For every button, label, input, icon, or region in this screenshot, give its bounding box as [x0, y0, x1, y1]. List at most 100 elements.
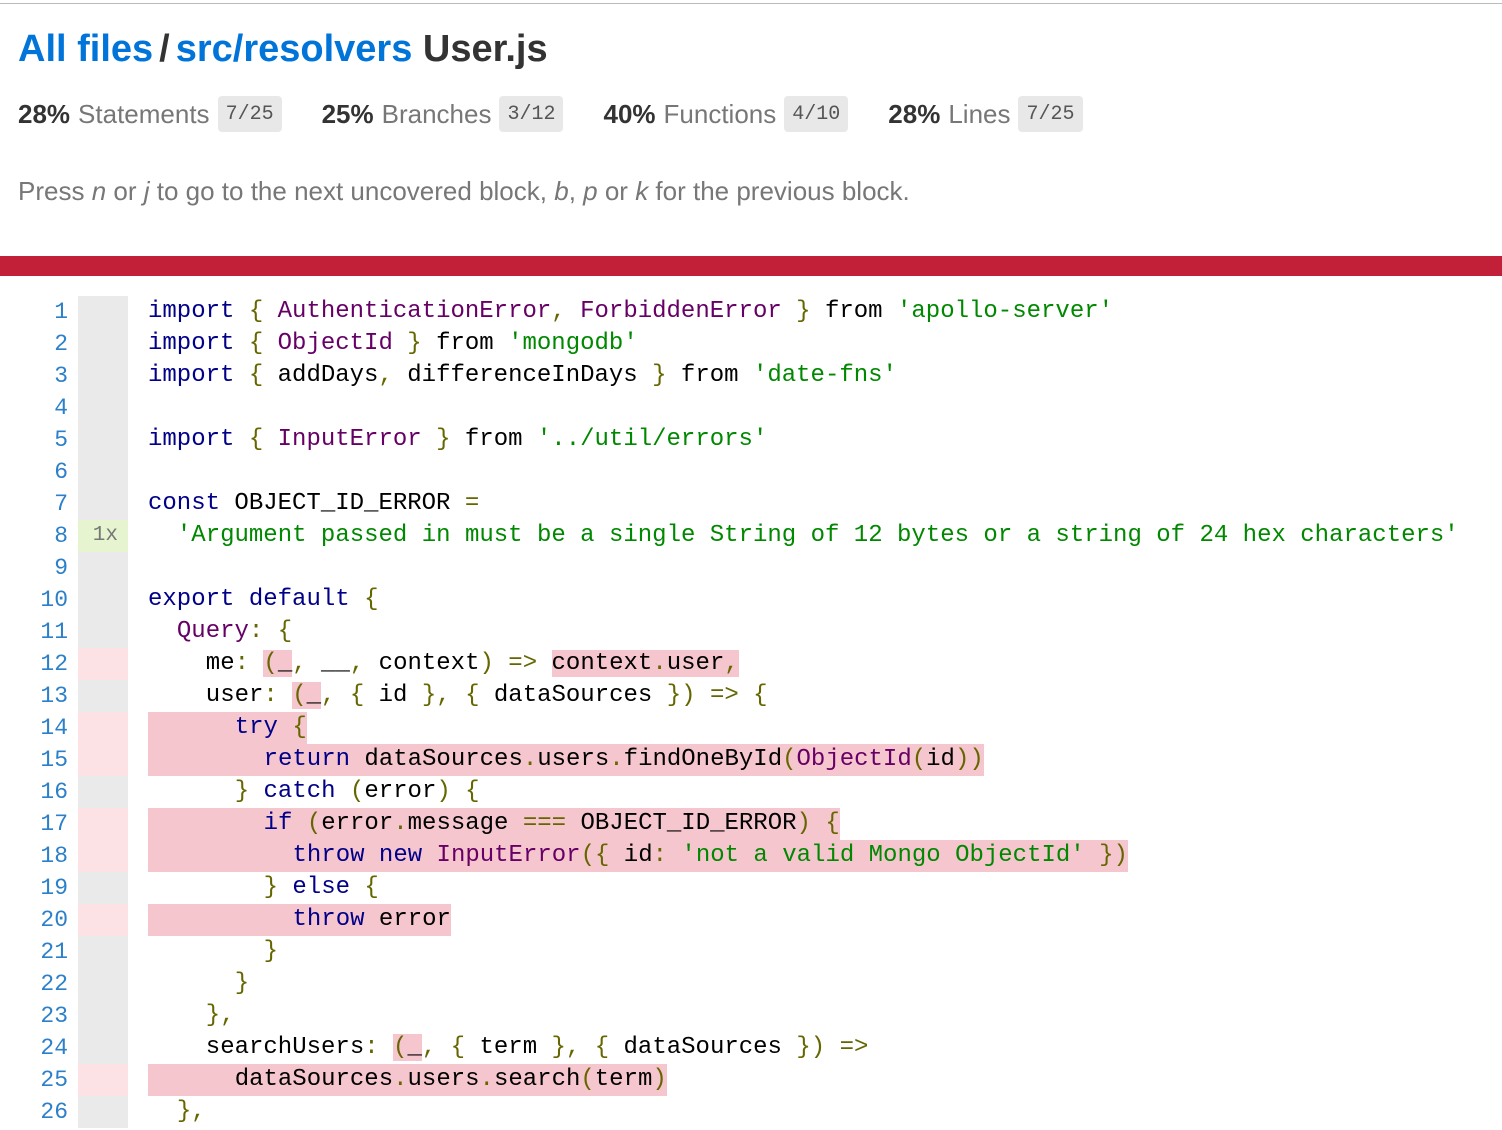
- line-number-link[interactable]: 18: [0, 840, 68, 872]
- code-token: (: [911, 746, 927, 773]
- code-token: .: [479, 1066, 494, 1093]
- line-number-link[interactable]: 10: [0, 584, 68, 616]
- code-token: :: [263, 682, 278, 709]
- line-number-link[interactable]: 6: [0, 456, 68, 488]
- code-token: ): [652, 1066, 667, 1093]
- code-token: throw: [292, 906, 365, 933]
- code-line: 26},: [0, 1096, 1502, 1128]
- line-number-link[interactable]: 9: [0, 552, 68, 584]
- code-line: 19} else {: [0, 872, 1502, 904]
- code-text: }: [148, 936, 278, 968]
- code-token: import: [148, 298, 235, 325]
- line-number-link[interactable]: 2: [0, 328, 68, 360]
- metric-fraction-badge: 7/25: [1018, 96, 1083, 132]
- code-text: import { ObjectId } from 'mongodb': [148, 328, 638, 360]
- code-token: differenceInDays: [392, 362, 653, 389]
- line-number-link[interactable]: 13: [0, 680, 68, 712]
- line-number-link[interactable]: 23: [0, 1000, 68, 1032]
- code-token: }: [234, 970, 250, 997]
- code-line: 24 searchUsers: (_, { term }, { dataSourc…: [0, 1032, 1502, 1064]
- code-token: id: [364, 682, 422, 709]
- code-token: ObjectId: [277, 330, 393, 357]
- line-number-link[interactable]: 4: [0, 392, 68, 424]
- breadcrumb-file-name: User.js: [422, 28, 548, 70]
- breadcrumb-all-files-link[interactable]: All files: [18, 28, 153, 70]
- hint-text: Press: [18, 176, 92, 206]
- code-token: 'not a valid Mongo ObjectId': [681, 842, 1085, 869]
- code-token: },: [176, 1098, 206, 1125]
- code-token: try: [234, 714, 278, 741]
- line-number-link[interactable]: 7: [0, 488, 68, 520]
- line-hit-count: [78, 488, 128, 520]
- line-hit-count: [78, 328, 128, 360]
- code-token: _: [277, 650, 293, 677]
- line-hit-count: [78, 808, 128, 840]
- line-number-link[interactable]: 24: [0, 1032, 68, 1064]
- line-number-link[interactable]: 12: [0, 648, 68, 680]
- line-number-link[interactable]: 21: [0, 936, 68, 968]
- code-token: {: [450, 1034, 466, 1061]
- line-hit-count: [78, 936, 128, 968]
- code-token: {: [465, 682, 480, 709]
- hint-text: to go to the next uncovered block,: [149, 176, 555, 206]
- line-number-link[interactable]: 25: [0, 1064, 68, 1096]
- metric-label: Statements: [78, 98, 210, 129]
- line-hit-count: [78, 584, 128, 616]
- code-token: OBJECT_ID_ERROR: [566, 810, 797, 837]
- line-number-link[interactable]: 17: [0, 808, 68, 840]
- code-token: 'apollo-server': [896, 298, 1114, 325]
- metric-functions: 40% Functions 4/10: [603, 96, 849, 132]
- metric-percent: 25%: [321, 98, 374, 129]
- code-token: _: [306, 682, 322, 709]
- code-token: dataSources: [350, 746, 523, 773]
- metric-fraction-badge: 4/10: [784, 96, 849, 132]
- code-token: }): [1099, 842, 1128, 869]
- line-number-link[interactable]: 16: [0, 776, 68, 808]
- code-token: context: [551, 650, 653, 677]
- code-text: me: (_, __, context) => context.user,: [148, 648, 739, 680]
- coverage-summary: 28% Statements 7/25 25% Branches 3/12 40…: [18, 94, 1123, 134]
- line-number-link[interactable]: 15: [0, 744, 68, 776]
- code-token: {: [292, 714, 307, 741]
- code-text: Query: {: [148, 616, 292, 648]
- line-number-link[interactable]: 3: [0, 360, 68, 392]
- line-hit-count: [78, 1000, 128, 1032]
- line-number-link[interactable]: 1: [0, 296, 68, 328]
- code-token: addDays: [263, 362, 379, 389]
- code-token: id: [926, 746, 955, 773]
- code-token: ,: [292, 650, 307, 677]
- metric-percent: 40%: [603, 98, 656, 129]
- line-number-link[interactable]: 8: [0, 520, 68, 552]
- code-token: ,: [421, 1034, 437, 1061]
- line-number-link[interactable]: 11: [0, 616, 68, 648]
- code-token: (: [292, 682, 307, 709]
- metric-percent: 28%: [18, 98, 71, 129]
- breadcrumb-directory-link[interactable]: src/resolvers: [176, 28, 413, 70]
- code-token: }: [421, 682, 437, 709]
- line-number-link[interactable]: 5: [0, 424, 68, 456]
- code-token: }: [796, 298, 811, 325]
- line-number-link[interactable]: 22: [0, 968, 68, 1000]
- code-token: _: [407, 1034, 422, 1061]
- hint-key: n: [91, 176, 107, 206]
- line-number-link[interactable]: 19: [0, 872, 68, 904]
- code-text: export default {: [148, 584, 378, 616]
- code-line: 1 import { AuthenticationError, Forbidden…: [0, 296, 1502, 328]
- line-number-link[interactable]: 26: [0, 1096, 68, 1128]
- line-hit-count: [78, 904, 128, 936]
- line-number-link[interactable]: 14: [0, 712, 68, 744]
- code-token: {: [825, 810, 840, 837]
- hint-text: for the previous block.: [648, 176, 910, 206]
- metric-lines: 28% Lines 7/25: [888, 96, 1083, 132]
- code-text: import { InputError } from '../util/erro…: [148, 424, 767, 456]
- code-text: return dataSources.users.findOneById(Obj…: [148, 744, 984, 776]
- line-number-link[interactable]: 20: [0, 904, 68, 936]
